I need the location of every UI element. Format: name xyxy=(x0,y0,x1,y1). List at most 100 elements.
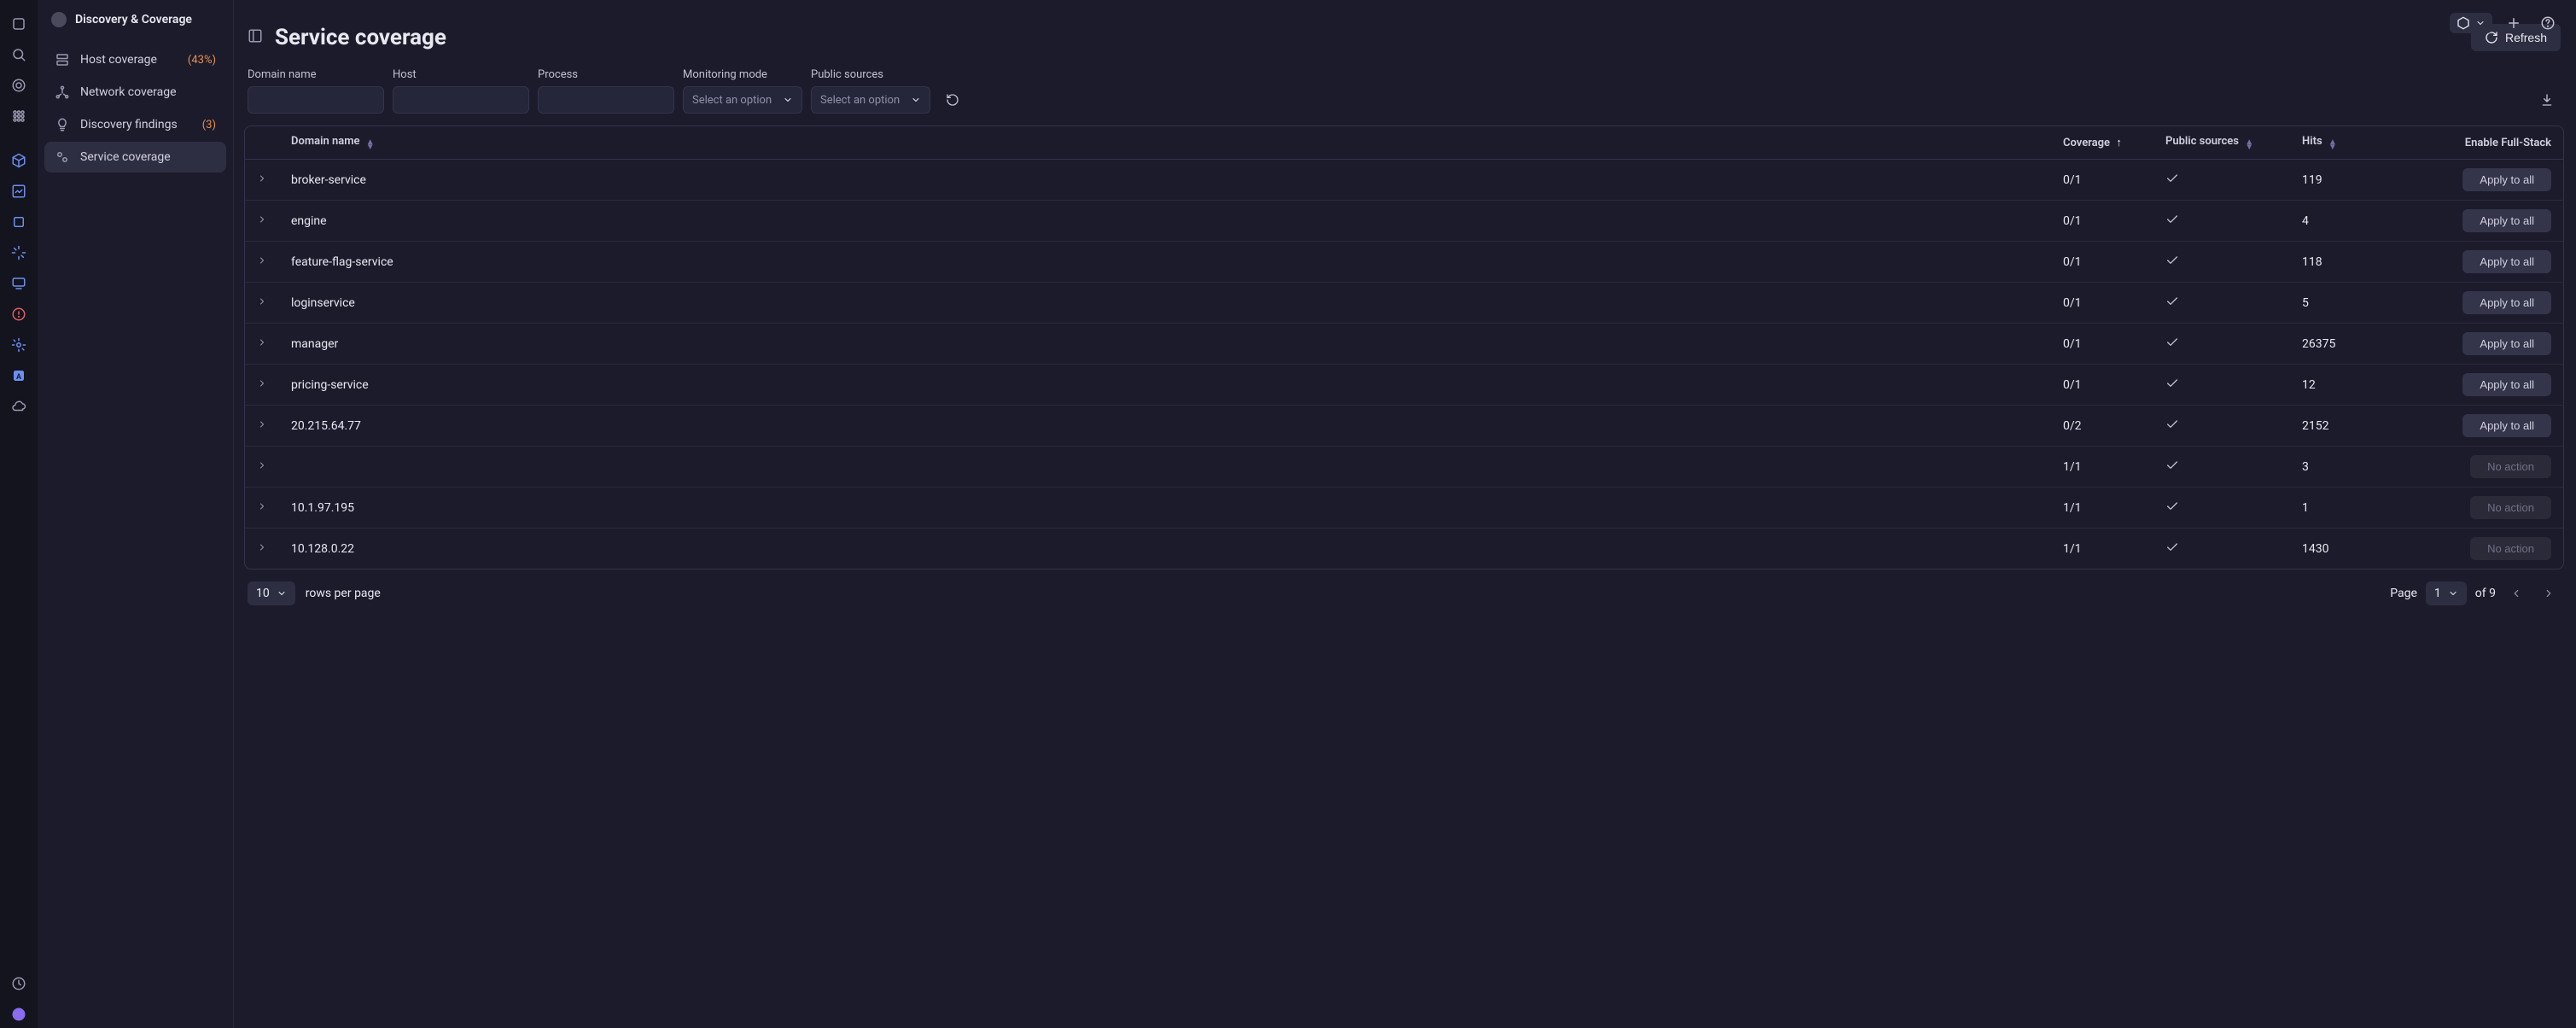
nav-service-coverage[interactable]: Service coverage xyxy=(44,142,226,172)
svg-text:A: A xyxy=(16,373,22,382)
expand-row-button[interactable] xyxy=(245,324,279,365)
page-title: Service coverage xyxy=(275,25,446,50)
cell-domain: loginservice xyxy=(279,283,2051,324)
cell-public xyxy=(2153,283,2290,324)
filter-public-select[interactable]: Select an option xyxy=(811,86,930,114)
collapse-icon[interactable] xyxy=(248,28,263,47)
filter-process-input[interactable] xyxy=(538,86,674,114)
apply-to-all-button[interactable]: Apply to all xyxy=(2462,168,2551,191)
filter-monitoring-label: Monitoring mode xyxy=(683,68,802,81)
recent-icon[interactable] xyxy=(5,970,32,997)
no-action-button: No action xyxy=(2470,537,2551,560)
cell-coverage: 0/1 xyxy=(2051,324,2153,365)
apps-icon[interactable] xyxy=(5,102,32,130)
expand-row-button[interactable] xyxy=(245,160,279,201)
next-page-button[interactable] xyxy=(2537,581,2561,605)
check-icon xyxy=(2165,298,2179,312)
table-row: 10.128.0.22 1/1 1430 No action xyxy=(245,529,2563,569)
page-select[interactable]: 1 xyxy=(2426,581,2467,605)
cell-domain: pricing-service xyxy=(279,365,2051,406)
letter-a-icon[interactable]: A xyxy=(5,362,32,389)
sort-icon: ▲▼ xyxy=(2328,140,2337,150)
check-icon xyxy=(2165,503,2179,517)
table-row: manager 0/1 26375 Apply to all xyxy=(245,324,2563,365)
expand-row-button[interactable] xyxy=(245,283,279,324)
cloud-icon[interactable] xyxy=(5,393,32,420)
logo-icon[interactable] xyxy=(5,10,32,38)
apply-to-all-button[interactable]: Apply to all xyxy=(2462,250,2551,273)
cell-hits: 1430 xyxy=(2290,529,2392,569)
cell-domain: 20.215.64.77 xyxy=(279,406,2051,447)
cell-public xyxy=(2153,324,2290,365)
expand-row-button[interactable] xyxy=(245,488,279,529)
expand-row-button[interactable] xyxy=(245,406,279,447)
check-icon xyxy=(2165,175,2179,189)
download-button[interactable] xyxy=(2533,86,2561,114)
filter-host-input[interactable] xyxy=(393,86,529,114)
apply-to-all-button[interactable]: Apply to all xyxy=(2462,332,2551,355)
check-icon xyxy=(2165,339,2179,353)
gears-icon xyxy=(55,149,70,165)
sparkle-icon[interactable] xyxy=(5,239,32,266)
no-action-button: No action xyxy=(2470,455,2551,478)
reset-filters-button[interactable] xyxy=(939,86,966,114)
cell-coverage: 0/1 xyxy=(2051,283,2153,324)
table-row: engine 0/1 4 Apply to all xyxy=(245,201,2563,242)
cell-domain: feature-flag-service xyxy=(279,242,2051,283)
expand-row-button[interactable] xyxy=(245,242,279,283)
chart-icon[interactable] xyxy=(5,178,32,205)
apply-to-all-button[interactable]: Apply to all xyxy=(2462,209,2551,232)
cell-public xyxy=(2153,242,2290,283)
target-icon[interactable] xyxy=(5,72,32,99)
monitor-icon[interactable] xyxy=(5,270,32,297)
app-dot-icon xyxy=(51,12,67,27)
col-coverage[interactable]: Coverage ↑ xyxy=(2051,126,2153,160)
add-button[interactable] xyxy=(2501,10,2526,36)
topbar xyxy=(2450,10,2561,36)
apply-to-all-button[interactable]: Apply to all xyxy=(2462,414,2551,437)
filter-domain-label: Domain name xyxy=(248,68,384,81)
col-hits[interactable]: Hits ▲▼ xyxy=(2290,126,2392,160)
cell-hits: 118 xyxy=(2290,242,2392,283)
apply-to-all-button[interactable]: Apply to all xyxy=(2462,373,2551,396)
cube-icon[interactable] xyxy=(5,147,32,174)
search-icon[interactable] xyxy=(5,41,32,68)
settings-icon[interactable] xyxy=(5,331,32,359)
expand-row-button[interactable] xyxy=(245,529,279,569)
rows-per-page-select[interactable]: 10 xyxy=(248,581,295,605)
rows-label: rows per page xyxy=(306,587,381,600)
expand-row-button[interactable] xyxy=(245,201,279,242)
filter-public-label: Public sources xyxy=(811,68,930,81)
expand-row-button[interactable] xyxy=(245,365,279,406)
nav-host-coverage[interactable]: Host coverage (43%) xyxy=(44,44,226,75)
filter-domain-input[interactable] xyxy=(248,86,384,114)
cell-hits: 4 xyxy=(2290,201,2392,242)
filter-host-label: Host xyxy=(393,68,529,81)
apply-to-all-button[interactable]: Apply to all xyxy=(2462,291,2551,314)
filter-monitoring-select[interactable]: Select an option xyxy=(683,86,802,114)
avatar-icon[interactable] xyxy=(5,1001,32,1028)
nav-network-coverage[interactable]: Network coverage xyxy=(44,77,226,108)
cell-public xyxy=(2153,201,2290,242)
cell-coverage: 0/1 xyxy=(2051,201,2153,242)
check-icon xyxy=(2165,257,2179,271)
alert-icon[interactable] xyxy=(5,301,32,328)
check-icon xyxy=(2165,462,2179,476)
sidebar-header: Discovery & Coverage xyxy=(38,0,233,39)
nav-discovery-findings[interactable]: Discovery findings (3) xyxy=(44,109,226,140)
nav-label: Host coverage xyxy=(80,53,178,67)
check-icon xyxy=(2165,421,2179,435)
network-icon xyxy=(55,85,70,100)
col-public[interactable]: Public sources ▲▼ xyxy=(2153,126,2290,160)
col-domain[interactable]: Domain name ▲▼ xyxy=(279,126,2051,160)
rows-value: 10 xyxy=(256,587,270,600)
table-row: broker-service 0/1 119 Apply to all xyxy=(245,160,2563,201)
layers-icon[interactable] xyxy=(5,208,32,236)
cell-public xyxy=(2153,529,2290,569)
prev-page-button[interactable] xyxy=(2504,581,2528,605)
expand-row-button[interactable] xyxy=(245,447,279,488)
cell-hits: 3 xyxy=(2290,447,2392,488)
deploy-dropdown[interactable] xyxy=(2450,13,2492,33)
help-button[interactable] xyxy=(2535,10,2561,36)
service-table: Domain name ▲▼ Coverage ↑ Public sources… xyxy=(244,126,2564,569)
